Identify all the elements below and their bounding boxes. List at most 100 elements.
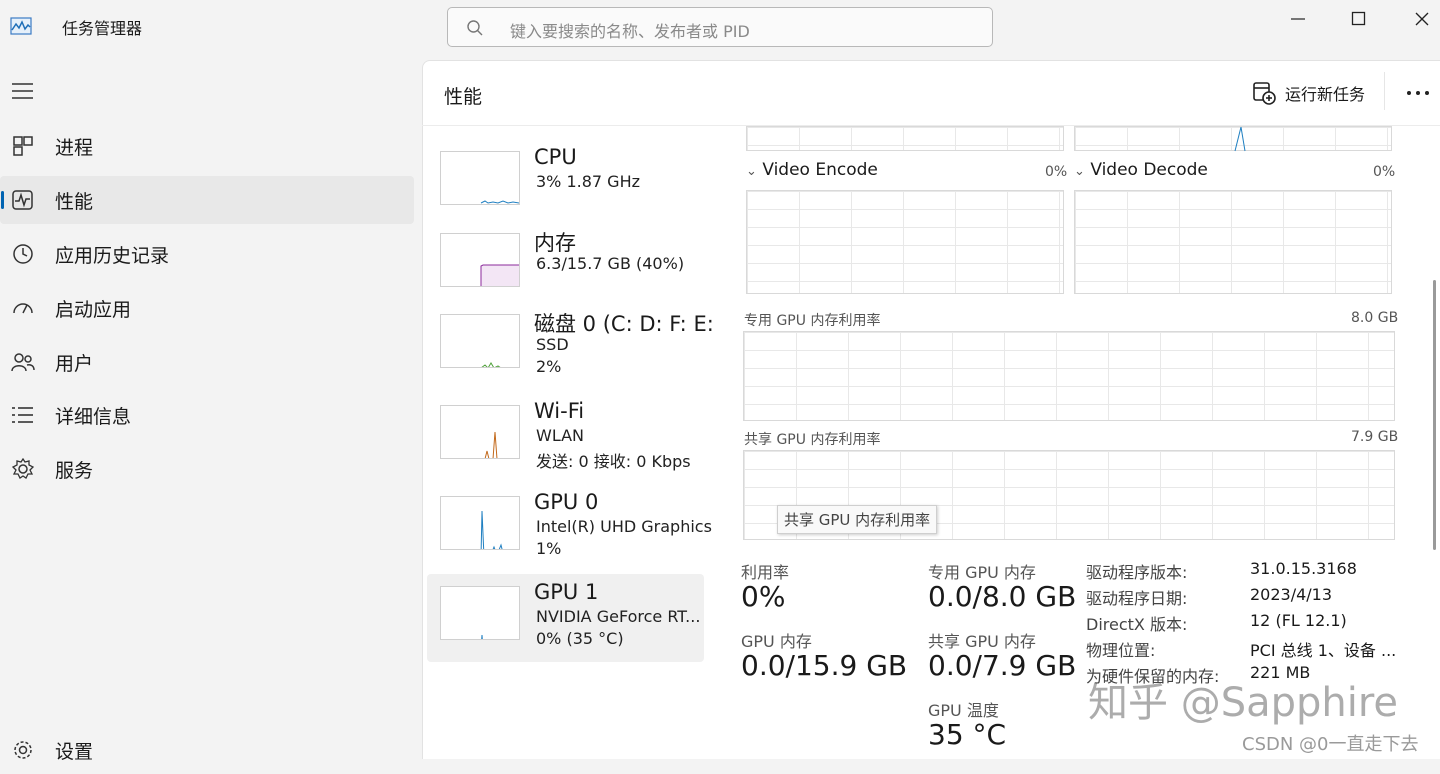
header-divider	[1384, 72, 1385, 110]
sidebar-item-label: 详细信息	[55, 406, 132, 428]
device-item-cpu[interactable]: CPU 3% 1.87 GHz	[427, 139, 704, 227]
video-encode-percent: 0%	[1045, 164, 1068, 180]
sidebar-item-details[interactable]: 详细信息	[0, 391, 414, 439]
minimize-icon	[1291, 18, 1305, 20]
wifi-thumbnail-graph	[440, 405, 520, 459]
maximize-button[interactable]	[1336, 4, 1382, 34]
physical-location-key: 物理位置:	[1086, 641, 1156, 660]
task-manager-logo-icon	[10, 16, 32, 36]
device-item-gpu0[interactable]: GPU 0 Intel(R) UHD Graphics 1%	[427, 484, 712, 572]
device-detail-2: 2%	[536, 357, 562, 376]
device-detail: SSD	[536, 335, 569, 354]
sidebar-item-label: 启动应用	[55, 299, 132, 321]
search-box[interactable]: 键入要搜索的名称、发布者或 PID	[447, 7, 993, 47]
startup-apps-icon	[13, 303, 33, 314]
dedicated-memory-graph-max: 8.0 GB	[1351, 310, 1399, 326]
vertical-scrollbar[interactable]	[1433, 280, 1436, 550]
device-item-wifi[interactable]: Wi-Fi WLAN 发送: 0 接收: 0 Kbps	[427, 393, 704, 481]
cpu-thumbnail-graph	[440, 151, 520, 205]
shared-memory-graph-max: 7.9 GB	[1351, 429, 1399, 445]
sidebar-item-label: 性能	[55, 191, 94, 213]
sidebar-item-label: 应用历史记录	[55, 245, 170, 267]
search-icon	[467, 20, 483, 36]
device-detail: NVIDIA GeForce RT...	[536, 607, 701, 626]
more-options-button[interactable]	[1404, 82, 1432, 102]
shared-memory-value: 0.0/7.9 GB	[928, 649, 1077, 682]
sidebar-item-processes[interactable]: 进程	[0, 122, 414, 170]
driver-date-key: 驱动程序日期:	[1086, 589, 1188, 608]
device-item-gpu1[interactable]: GPU 1 NVIDIA GeForce RT... 0% (35 °C)	[427, 574, 704, 662]
device-item-memory[interactable]: 内存 6.3/15.7 GB (40%)	[427, 221, 704, 309]
device-detail: 6.3/15.7 GB (40%)	[536, 254, 685, 273]
sidebar-item-app-history[interactable]: 应用历史记录	[0, 230, 414, 278]
graph-tooltip: 共享 GPU 内存利用率	[777, 505, 938, 534]
close-button[interactable]	[1399, 4, 1440, 34]
device-name: 磁盘 0 (C: D: F: E:	[534, 312, 714, 336]
chevron-down-icon: ⌄	[746, 164, 757, 179]
search-placeholder: 键入要搜索的名称、发布者或 PID	[510, 22, 750, 41]
device-detail-2: 发送: 0 接收: 0 Kbps	[536, 452, 691, 471]
run-new-task-label: 运行新任务	[1285, 85, 1366, 104]
disk-thumbnail-graph	[440, 314, 520, 368]
performance-icon	[12, 190, 33, 210]
sidebar-item-services[interactable]: 服务	[0, 445, 414, 493]
users-icon	[11, 353, 35, 372]
sidebar-item-users[interactable]: 用户	[0, 338, 414, 386]
gpu0-thumbnail-graph	[440, 496, 520, 550]
dedicated-memory-graph	[743, 331, 1395, 421]
video-decode-graph	[1074, 190, 1392, 294]
minimize-button[interactable]	[1275, 4, 1321, 34]
shared-memory-graph-title: 共享 GPU 内存利用率	[744, 432, 881, 448]
video-encode-graph	[746, 190, 1064, 294]
device-item-disk[interactable]: 磁盘 0 (C: D: F: E: SSD 2%	[427, 302, 714, 390]
device-name: 内存	[534, 231, 576, 255]
app-title: 任务管理器	[62, 19, 143, 38]
dedicated-memory-value: 0.0/8.0 GB	[928, 580, 1077, 613]
gpu-memory-value: 0.0/15.9 GB	[741, 649, 908, 682]
zhihu-watermark: 知乎 @Sapphire	[1088, 680, 1399, 726]
gpu1-thumbnail-graph	[440, 586, 520, 640]
close-icon	[1415, 12, 1429, 26]
sidebar-item-settings[interactable]: 设置	[0, 726, 414, 774]
driver-version-key: 驱动程序版本:	[1086, 563, 1188, 582]
sidebar-item-label: 服务	[55, 460, 94, 482]
device-name: CPU	[534, 145, 577, 169]
video-encode-label: Video Encode	[762, 160, 878, 180]
hamburger-menu-button[interactable]	[12, 82, 34, 100]
device-name: GPU 1	[534, 580, 599, 604]
video-decode-title[interactable]: ⌄ Video Decode	[1074, 160, 1208, 180]
video-encode-title[interactable]: ⌄ Video Encode	[746, 160, 878, 180]
services-icon	[11, 458, 35, 479]
device-detail-2: 0% (35 °C)	[536, 629, 624, 648]
device-name: Wi-Fi	[534, 399, 585, 423]
video-decode-percent: 0%	[1373, 164, 1396, 180]
dedicated-memory-graph-title: 专用 GPU 内存利用率	[744, 313, 881, 329]
directx-version-value: 12 (FL 12.1)	[1250, 611, 1347, 630]
driver-version-value: 31.0.15.3168	[1250, 559, 1357, 578]
engine-graph-partial-right	[1074, 126, 1392, 152]
device-detail: 3% 1.87 GHz	[536, 172, 641, 191]
video-decode-label: Video Decode	[1090, 160, 1208, 180]
app-history-icon	[13, 244, 33, 264]
chevron-down-icon: ⌄	[1074, 164, 1085, 179]
device-detail-2: 1%	[536, 539, 562, 558]
csdn-watermark: CSDN @0一直走下去	[1242, 734, 1419, 755]
memory-thumbnail-graph	[440, 233, 520, 287]
utilization-value: 0%	[741, 580, 786, 613]
device-detail: WLAN	[536, 426, 585, 445]
sidebar-item-label: 设置	[55, 741, 94, 763]
processes-icon	[13, 136, 33, 156]
engine-graph-partial-left	[746, 126, 1064, 151]
details-icon	[12, 407, 33, 423]
device-detail: Intel(R) UHD Graphics	[536, 517, 712, 536]
more-dots-icon	[1407, 91, 1429, 95]
sidebar-item-label: 用户	[55, 353, 94, 375]
sidebar-item-performance[interactable]: 性能	[0, 176, 414, 224]
settings-gear-icon	[14, 741, 32, 759]
sidebar-item-startup-apps[interactable]: 启动应用	[0, 284, 414, 332]
maximize-icon	[1351, 11, 1366, 26]
run-new-task-icon	[1253, 82, 1276, 105]
page-title: 性能	[444, 86, 483, 108]
driver-date-value: 2023/4/13	[1250, 585, 1333, 604]
hamburger-icon	[12, 83, 33, 99]
